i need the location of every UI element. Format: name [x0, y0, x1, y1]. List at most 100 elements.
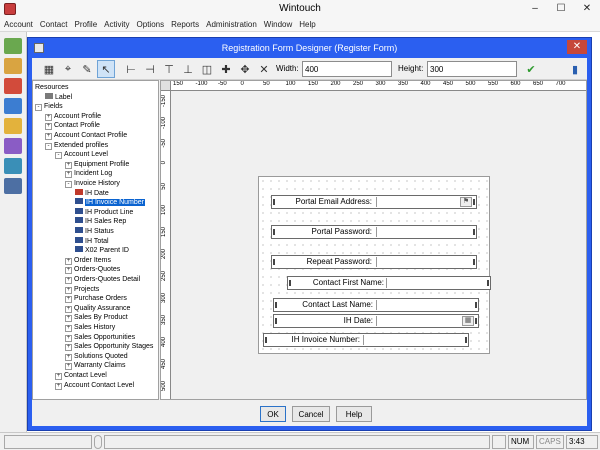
- tree-item[interactable]: + Account Contact Level: [55, 381, 134, 391]
- account-icon[interactable]: [4, 38, 22, 54]
- align-top-icon[interactable]: ⊤: [160, 60, 178, 78]
- expand-toggle-icon[interactable]: +: [65, 344, 72, 352]
- form-field[interactable]: Repeat Password:: [271, 255, 477, 269]
- form-field-input[interactable]: [363, 335, 464, 345]
- expand-toggle-icon[interactable]: +: [45, 113, 52, 121]
- form-field-input[interactable]: [386, 278, 486, 288]
- expand-toggle-icon[interactable]: +: [65, 334, 72, 342]
- expand-toggle-icon[interactable]: +: [65, 277, 72, 284]
- expand-toggle-icon[interactable]: +: [65, 305, 72, 313]
- ok-button[interactable]: OK: [260, 406, 286, 422]
- tree-item[interactable]: + Equipment Profile: [65, 160, 129, 170]
- expand-toggle-icon[interactable]: +: [65, 286, 72, 294]
- tree-item[interactable]: Resources: [35, 83, 68, 93]
- tree-item[interactable]: - Extended profiles: [45, 141, 108, 151]
- align-bottom-icon[interactable]: ⊥: [179, 60, 197, 78]
- expand-toggle-icon[interactable]: +: [65, 267, 72, 275]
- expand-toggle-icon[interactable]: +: [45, 123, 52, 131]
- tree-item[interactable]: IH Sales Rep: [75, 217, 126, 227]
- apply-check-icon[interactable]: ✔: [522, 60, 540, 78]
- expand-toggle-icon[interactable]: +: [55, 382, 62, 390]
- tree-item[interactable]: Label: [45, 92, 72, 103]
- tree-item[interactable]: + Contact Profile: [45, 121, 100, 131]
- collapse-toggle-icon[interactable]: -: [65, 181, 72, 188]
- document-icon[interactable]: [4, 178, 22, 194]
- app-close-button[interactable]: ✕: [574, 0, 600, 18]
- menu-reports[interactable]: Reports: [171, 18, 199, 31]
- reports-icon[interactable]: [4, 138, 22, 154]
- form-field-input[interactable]: [376, 316, 474, 326]
- trash-icon[interactable]: ▮: [566, 60, 584, 78]
- same-size-icon[interactable]: ◫: [198, 60, 216, 78]
- tree-item[interactable]: + Solutions Quoted: [65, 352, 128, 362]
- expand-toggle-icon[interactable]: +: [55, 373, 62, 380]
- tree-item[interactable]: + Purchase Orders: [65, 294, 127, 304]
- align-left-icon[interactable]: ⊢: [122, 60, 140, 78]
- tree-item[interactable]: + Projects: [65, 285, 99, 295]
- expand-toggle-icon[interactable]: +: [65, 171, 72, 179]
- form-field[interactable]: Portal Password:: [271, 225, 477, 239]
- menu-administration[interactable]: Administration: [206, 18, 257, 31]
- menu-window[interactable]: Window: [264, 18, 292, 31]
- help-button[interactable]: Help: [336, 406, 372, 422]
- tree-item[interactable]: IH Invoice Number: [75, 198, 145, 208]
- folder-icon[interactable]: [4, 58, 22, 74]
- expand-toggle-icon[interactable]: +: [65, 325, 72, 332]
- form-field-input[interactable]: [376, 197, 472, 207]
- tree-item[interactable]: - Invoice History: [65, 179, 120, 189]
- tree-item[interactable]: IH Date: [75, 188, 109, 199]
- menu-account[interactable]: Account: [4, 18, 33, 31]
- move-icon[interactable]: ✥: [236, 60, 254, 78]
- menu-help[interactable]: Help: [299, 18, 315, 31]
- tree-item[interactable]: + Warranty Claims: [65, 361, 125, 371]
- collapse-toggle-icon[interactable]: -: [35, 104, 42, 112]
- form-field[interactable]: Portal Email Address: ⚑: [271, 195, 477, 209]
- dialog-close-button[interactable]: ✕: [567, 40, 587, 54]
- expand-toggle-icon[interactable]: +: [65, 353, 72, 361]
- tree-item[interactable]: IH Status: [75, 227, 114, 237]
- tree-item[interactable]: + Order Items: [65, 256, 111, 266]
- flag-icon[interactable]: ⚑: [460, 197, 472, 207]
- form-canvas[interactable]: Portal Email Address: ⚑ Portal Password: Re…: [258, 176, 491, 354]
- edit-icon[interactable]: ✎: [78, 60, 96, 78]
- height-input[interactable]: [427, 61, 517, 77]
- tree-item[interactable]: IH Total: [75, 236, 109, 247]
- form-field[interactable]: IH Invoice Number:: [263, 333, 469, 347]
- minimize-button[interactable]: –: [522, 0, 548, 18]
- form-field-input[interactable]: [376, 227, 472, 237]
- tag-icon[interactable]: ⌖: [59, 60, 77, 78]
- collapse-toggle-icon[interactable]: -: [45, 142, 52, 150]
- form-field[interactable]: Contact First Name:: [287, 276, 491, 290]
- expand-toggle-icon[interactable]: +: [65, 296, 72, 304]
- grid-icon[interactable]: ▦: [40, 60, 58, 78]
- form-field-input[interactable]: [376, 300, 474, 310]
- notes-icon[interactable]: [4, 118, 22, 134]
- calendar-icon[interactable]: [4, 78, 22, 94]
- menu-profile[interactable]: Profile: [74, 18, 97, 31]
- tree-item[interactable]: + Sales History: [65, 323, 115, 333]
- tree-item[interactable]: + Orders-Quotes: [65, 265, 120, 275]
- tree-item[interactable]: + Orders-Quotes Detail: [65, 275, 140, 285]
- align-right-icon[interactable]: ⊣: [141, 60, 159, 78]
- tasks-icon[interactable]: [4, 98, 22, 114]
- expand-toggle-icon[interactable]: +: [65, 161, 72, 169]
- form-field[interactable]: Contact Last Name:: [273, 298, 479, 312]
- computer-icon[interactable]: [4, 158, 22, 174]
- maximize-button[interactable]: ☐: [548, 0, 574, 18]
- calendar-picker-icon[interactable]: ▦: [462, 316, 474, 326]
- tree-item[interactable]: + Account Contact Profile: [45, 131, 127, 141]
- menu-contact[interactable]: Contact: [40, 18, 68, 31]
- add-icon[interactable]: ✚: [217, 60, 235, 78]
- tree-item[interactable]: - Fields: [35, 102, 63, 112]
- tree-item[interactable]: IH Product Line: [75, 207, 133, 218]
- width-input[interactable]: [302, 61, 392, 77]
- tree-item[interactable]: + Sales Opportunity Stages: [65, 342, 153, 352]
- tree-item[interactable]: + Sales By Product: [65, 313, 128, 323]
- cancel-button[interactable]: Cancel: [292, 406, 330, 422]
- tree-item[interactable]: + Sales Opportunities: [65, 333, 135, 343]
- tree-item[interactable]: + Incident Log: [65, 169, 112, 179]
- collapse-toggle-icon[interactable]: -: [55, 152, 62, 160]
- expand-toggle-icon[interactable]: +: [45, 133, 52, 140]
- expand-toggle-icon[interactable]: +: [65, 363, 72, 371]
- tree-item[interactable]: + Account Profile: [45, 112, 101, 122]
